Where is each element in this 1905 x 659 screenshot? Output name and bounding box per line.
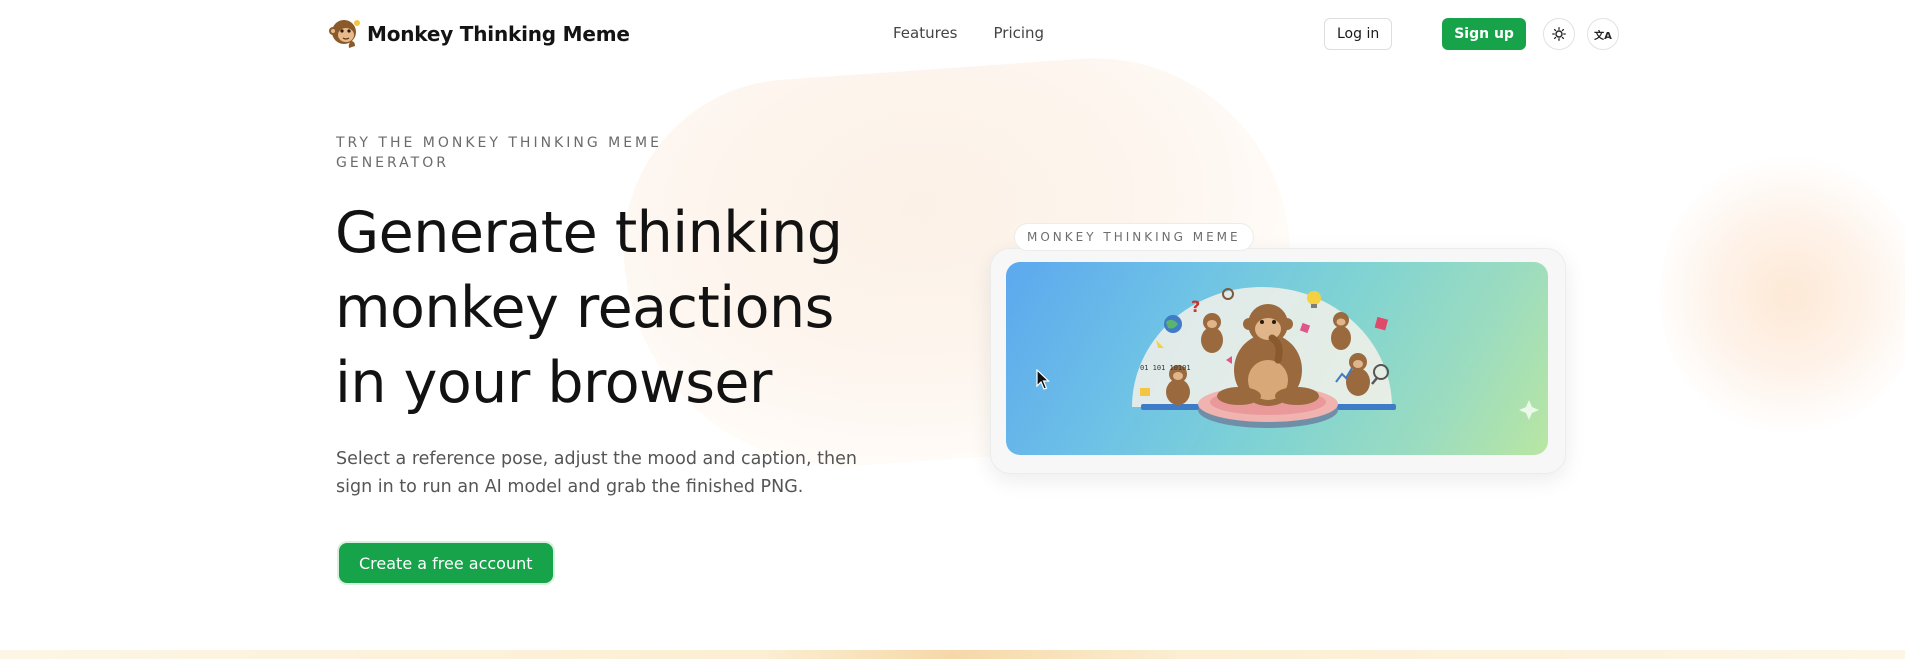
hero-headline: Generate thinking monkey reactions in yo…: [335, 200, 843, 416]
bottom-gradient-band: [0, 650, 1905, 659]
monkey-logo-icon: [329, 20, 360, 48]
nav-link-pricing[interactable]: Pricing: [994, 24, 1045, 42]
nav-link-features[interactable]: Features: [893, 24, 958, 42]
cursor-icon: [1036, 369, 1050, 390]
signup-button[interactable]: Sign up: [1442, 18, 1526, 50]
hero-subtext: Select a reference pose, adjust the mood…: [336, 449, 857, 497]
login-button[interactable]: Log in: [1324, 18, 1393, 50]
nav-links: Features Pricing: [893, 24, 1044, 42]
theme-toggle-button[interactable]: [1542, 18, 1575, 50]
background-orb: [1660, 150, 1905, 440]
cta-wrapper: Create a free account: [337, 541, 555, 585]
brand-name: Monkey Thinking Meme: [367, 22, 630, 46]
create-account-button[interactable]: Create a free account: [339, 543, 553, 583]
svg-text:?: ?: [1191, 297, 1200, 316]
preview-image: ? 01 101 10101: [1006, 262, 1548, 455]
sparkle-icon: [1519, 400, 1539, 420]
hero-eyebrow: TRY THE MONKEY THINKING MEME GENERATOR: [336, 135, 662, 171]
preview-chip: MONKEY THINKING MEME: [1014, 223, 1254, 251]
binary-text: 01 101 10101: [1140, 364, 1191, 372]
translate-icon: 文A: [1594, 30, 1612, 42]
brand-link[interactable]: Monkey Thinking Meme: [327, 17, 630, 51]
sun-icon: [1552, 27, 1566, 41]
language-button[interactable]: 文A: [1586, 18, 1619, 50]
nav-actions: Log in Sign up 文A: [1324, 18, 1619, 50]
top-navbar: Monkey Thinking Meme Features Pricing Lo…: [0, 0, 1905, 68]
